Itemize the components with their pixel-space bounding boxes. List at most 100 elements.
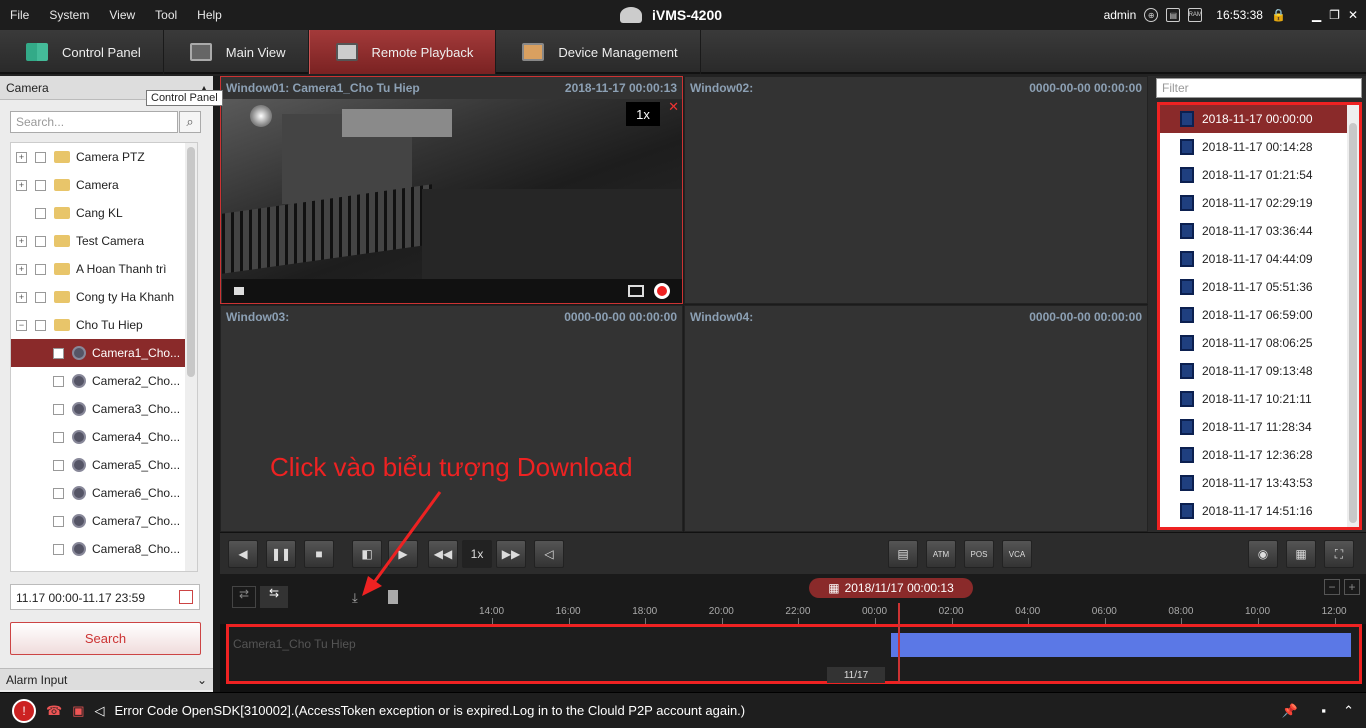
download-icon[interactable]: ⤓	[352, 590, 358, 606]
timeline-cursor[interactable]	[898, 603, 900, 683]
timeline-date-badge[interactable]: ▦ 2018/11/17 00:00:13	[809, 578, 973, 598]
camera-search-input[interactable]: Search...	[10, 111, 178, 133]
async-toggle-icon[interactable]: ⇆	[260, 586, 288, 608]
tree-checkbox[interactable]	[35, 235, 46, 247]
volume-icon[interactable]: ◁	[534, 540, 564, 568]
playback-window-1[interactable]: Window01: Camera1_Cho Tu Hiep 2018-11-17…	[220, 76, 683, 304]
file-list-item[interactable]: 2018-11-17 00:00:00	[1160, 105, 1359, 133]
tree-item[interactable]: − Cho Tu Hiep	[11, 311, 197, 339]
recording-segment[interactable]	[891, 633, 1351, 657]
pause-button[interactable]: ❚❚	[266, 540, 296, 568]
tree-item[interactable]: Camera4_Cho...	[11, 423, 197, 451]
playback-window-2[interactable]: Window02: 0000-00-00 00:00:00	[684, 76, 1148, 304]
zoom-out-icon[interactable]: −	[1324, 579, 1340, 595]
file-list-item[interactable]: 2018-11-17 08:06:25	[1160, 329, 1359, 357]
tree-item[interactable]: Camera3_Cho...	[11, 395, 197, 423]
tree-item[interactable]: Camera6_Cho...	[11, 479, 197, 507]
tree-checkbox[interactable]	[35, 207, 46, 219]
file-list-item[interactable]: 2018-11-17 13:43:53	[1160, 469, 1359, 497]
panel-restore-icon[interactable]: ▪	[1321, 703, 1326, 718]
pos-button[interactable]: POS	[964, 540, 994, 568]
search-button[interactable]: Search	[10, 622, 201, 655]
event-search-icon[interactable]: ▤	[888, 540, 918, 568]
date-range-field[interactable]: 11.17 00:00-11.17 23:59	[10, 584, 200, 610]
restore-icon[interactable]: ❐	[1329, 8, 1340, 22]
video-frame[interactable]	[222, 99, 682, 279]
file-list-item[interactable]: 2018-11-17 10:21:11	[1160, 385, 1359, 413]
pin-icon[interactable]: 📌	[1282, 703, 1298, 719]
stop-button[interactable]: ■	[304, 540, 334, 568]
file-list-item[interactable]: 2018-11-17 03:36:44	[1160, 217, 1359, 245]
file-list-item[interactable]: 2018-11-17 11:28:34	[1160, 413, 1359, 441]
close-window-icon[interactable]: ✕	[1348, 8, 1358, 22]
tree-checkbox[interactable]	[35, 319, 46, 331]
filter-input[interactable]: Filter	[1156, 78, 1362, 98]
tab-control-panel[interactable]: Control Panel	[0, 30, 164, 74]
stop-small-icon[interactable]	[234, 287, 244, 295]
reverse-play-button[interactable]: ◀	[228, 540, 258, 568]
tree-scrollbar[interactable]	[185, 143, 197, 571]
tree-checkbox[interactable]	[53, 403, 64, 415]
file-list-item[interactable]: 2018-11-17 02:29:19	[1160, 189, 1359, 217]
panel-splitter[interactable]	[213, 76, 220, 692]
tree-item[interactable]: Camera7_Cho...	[11, 507, 197, 535]
menu-system[interactable]: System	[39, 8, 99, 22]
lock-icon[interactable]: 🔒	[1271, 8, 1286, 22]
tab-main-view[interactable]: Main View	[164, 30, 309, 74]
file-list-item[interactable]: 2018-11-17 00:14:28	[1160, 133, 1359, 161]
speed-up-button[interactable]: ▶▶	[496, 540, 526, 568]
playback-window-3[interactable]: Window03: 0000-00-00 00:00:00	[220, 305, 683, 532]
fullscreen-icon[interactable]: ⛶	[1324, 540, 1354, 568]
recording-track[interactable]: Camera1_Cho Tu Hiep 11/17	[226, 603, 1362, 684]
calendar-icon[interactable]	[179, 590, 193, 604]
expand-toggle-icon[interactable]: −	[16, 319, 27, 331]
expand-toggle-icon[interactable]: +	[16, 151, 27, 163]
globe-icon[interactable]: ⊕	[1144, 8, 1159, 22]
file-list-item[interactable]: 2018-11-17 01:21:54	[1160, 161, 1359, 189]
expand-toggle-icon[interactable]: +	[16, 179, 27, 191]
zoom-in-icon[interactable]: +	[1344, 579, 1360, 595]
tree-checkbox[interactable]	[53, 375, 64, 387]
warning-icon[interactable]: !	[12, 698, 36, 723]
file-list-item[interactable]: 2018-11-17 06:59:00	[1160, 301, 1359, 329]
tree-item[interactable]: + A Hoan Thanh trì	[11, 255, 197, 283]
file-list-scroll-thumb[interactable]	[1349, 123, 1357, 523]
expand-toggle-icon[interactable]: +	[16, 291, 27, 303]
search-icon[interactable]: ⌕	[179, 111, 201, 133]
tab-device-management[interactable]: Device Management	[496, 30, 701, 74]
playback-window-4[interactable]: Window04: 0000-00-00 00:00:00	[684, 305, 1148, 532]
tree-item[interactable]: Cang KL	[11, 199, 197, 227]
tree-item[interactable]: Camera5_Cho...	[11, 451, 197, 479]
expand-toggle-icon[interactable]: +	[16, 235, 27, 247]
tree-item[interactable]: Camera2_Cho...	[11, 367, 197, 395]
tree-item[interactable]: + Camera	[11, 171, 197, 199]
expand-toggle-icon[interactable]: +	[16, 263, 27, 275]
close-window-x-icon[interactable]: ✕	[668, 99, 679, 115]
tree-checkbox[interactable]	[53, 515, 64, 527]
atm-button[interactable]: ATM	[926, 540, 956, 568]
tree-item[interactable]: + Camera PTZ	[11, 143, 197, 171]
menu-view[interactable]: View	[99, 8, 145, 22]
tree-checkbox[interactable]	[53, 431, 64, 443]
tree-item[interactable]: Camera8_Cho...	[11, 535, 197, 563]
sound-icon[interactable]: ◁	[95, 703, 105, 719]
tree-checkbox[interactable]	[35, 151, 46, 163]
file-list-scrollbar[interactable]	[1347, 105, 1359, 527]
file-list-item[interactable]: 2018-11-17 09:13:48	[1160, 357, 1359, 385]
tree-checkbox[interactable]	[53, 459, 64, 471]
menu-tool[interactable]: Tool	[145, 8, 187, 22]
alarm-icon[interactable]: ☎	[46, 703, 62, 719]
user-name[interactable]: admin	[1104, 8, 1137, 22]
tree-scroll-thumb[interactable]	[187, 147, 195, 377]
chevron-down-icon[interactable]: ⌄	[197, 673, 207, 687]
menu-file[interactable]: File	[0, 8, 39, 22]
window-layout-icon[interactable]: ▦	[1286, 540, 1316, 568]
tree-checkbox[interactable]	[53, 347, 64, 359]
tree-checkbox[interactable]	[35, 291, 46, 303]
vca-button[interactable]: VCA	[1002, 540, 1032, 568]
camera-control-icon[interactable]: ◉	[1248, 540, 1278, 568]
sync-toggle-icon[interactable]: ⇄	[232, 586, 256, 608]
file-list-item[interactable]: 2018-11-17 04:44:09	[1160, 245, 1359, 273]
tree-item[interactable]: Camera1_Cho...	[11, 339, 197, 367]
file-list-item[interactable]: 2018-11-17 05:51:36	[1160, 273, 1359, 301]
